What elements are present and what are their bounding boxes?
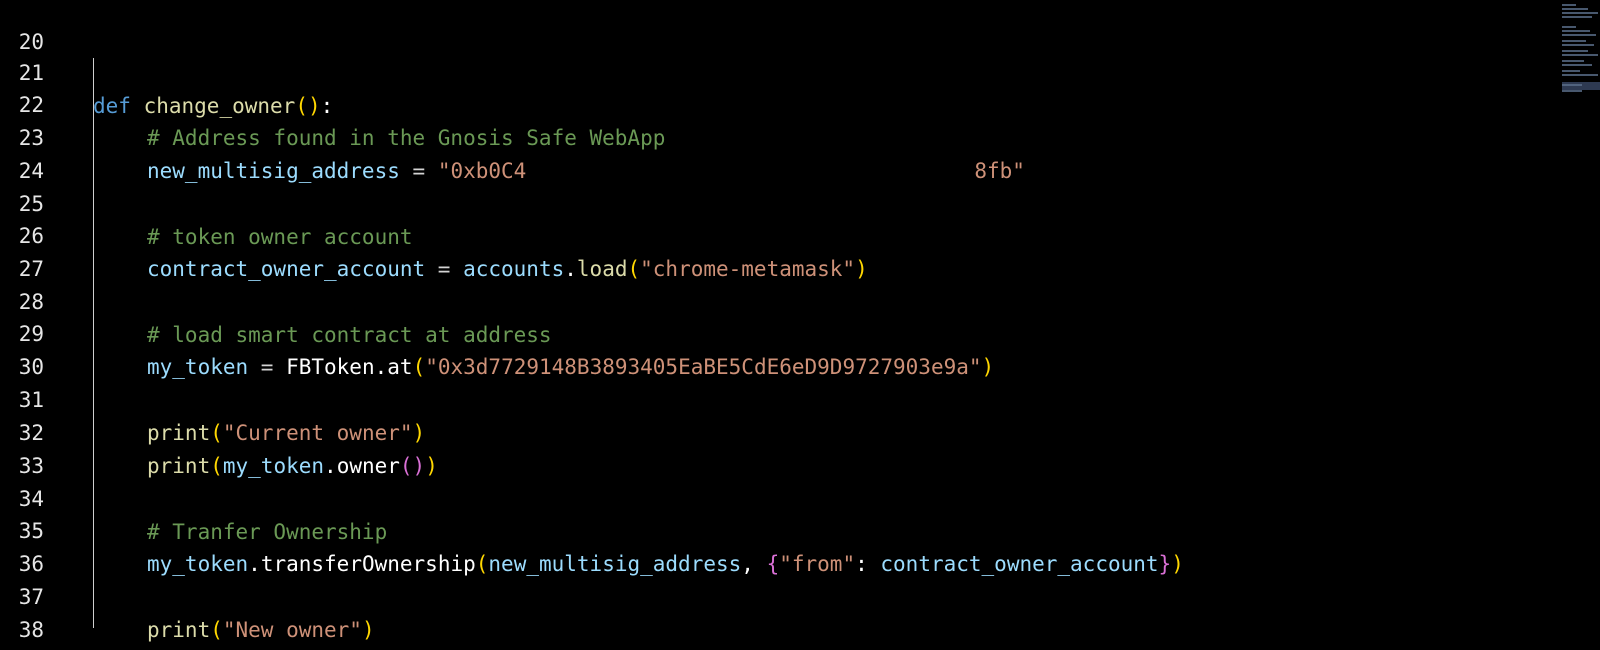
code-line[interactable]: 34 # Tranfer Ownership xyxy=(0,450,1540,544)
minimap-row xyxy=(1562,84,1582,86)
code-line[interactable]: 20 xyxy=(0,0,1540,54)
minimap-row xyxy=(1562,50,1588,52)
minimap-row xyxy=(1562,74,1598,76)
code-line[interactable]: 31 print("Current owner") xyxy=(0,351,1540,445)
code-line[interactable]: 36 xyxy=(0,515,1540,576)
minimap-row xyxy=(1562,54,1598,56)
code-line[interactable]: 21 def change_owner(): xyxy=(0,24,1540,118)
minimap-row xyxy=(1562,12,1598,14)
minimap-row xyxy=(1562,8,1588,10)
code-line[interactable]: 35 my_token.transferOwnership(new_multis… xyxy=(0,482,1540,576)
code-line[interactable]: 29 my_token = FBToken.at("0x3d7729148B38… xyxy=(0,285,1540,379)
minimap-row xyxy=(1562,30,1590,32)
code-line[interactable]: 37 print("New owner") xyxy=(0,548,1540,642)
minimap-row xyxy=(1562,34,1596,36)
minimap-row xyxy=(1562,90,1582,92)
minimap-row xyxy=(1562,44,1594,46)
code-line[interactable]: 25 # token owner account xyxy=(0,155,1540,249)
minimap-row xyxy=(1562,64,1592,66)
code-line[interactable]: 28 # load smart contract at address xyxy=(0,253,1540,347)
minimap[interactable] xyxy=(1562,0,1600,110)
minimap-row xyxy=(1562,16,1592,18)
code-editor[interactable]: 20 21 def change_owner(): 22 # Address f… xyxy=(0,0,1600,650)
code-line[interactable]: 30 xyxy=(0,318,1540,379)
minimap-row xyxy=(1562,40,1586,42)
code-line[interactable]: 38 print(my_token.owner()) xyxy=(0,581,1540,642)
code-line[interactable]: 27 xyxy=(0,220,1540,281)
code-line[interactable]: 39 xyxy=(0,614,1540,647)
code-line[interactable]: 24 xyxy=(0,122,1540,183)
code-line[interactable]: 33 xyxy=(0,417,1540,478)
minimap-row xyxy=(1562,70,1580,72)
code-line[interactable]: 26 contract_owner_account = accounts.loa… xyxy=(0,187,1540,281)
minimap-row xyxy=(1562,4,1576,6)
minimap-row xyxy=(1562,60,1584,62)
code-line[interactable]: 23 new_multisig_address = "0xb0C4 8fb" xyxy=(0,89,1540,188)
code-line[interactable]: 32 print(my_token.owner()) xyxy=(0,384,1540,478)
code-line[interactable]: 22 # Address found in the Gnosis Safe We… xyxy=(0,56,1540,150)
minimap-row xyxy=(1562,26,1576,28)
